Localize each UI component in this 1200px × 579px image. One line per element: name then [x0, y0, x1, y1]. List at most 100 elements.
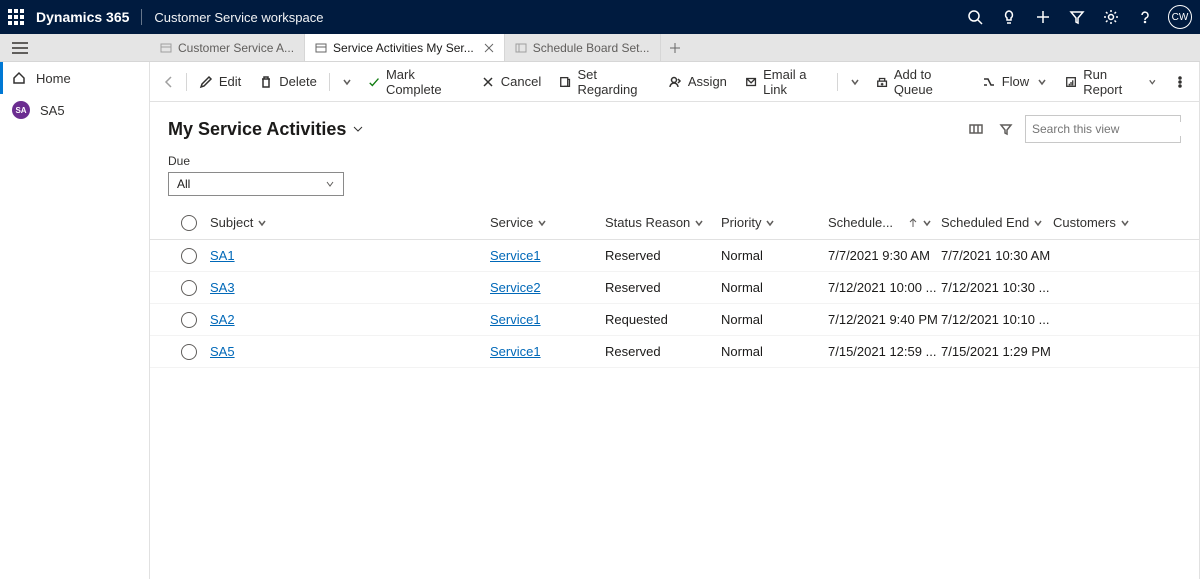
- flow-button[interactable]: Flow: [974, 66, 1055, 98]
- subject-link[interactable]: SA1: [210, 248, 235, 263]
- gear-icon[interactable]: [1094, 0, 1128, 34]
- col-status[interactable]: Status Reason: [605, 215, 721, 230]
- col-priority[interactable]: Priority: [721, 215, 828, 230]
- home-icon: [12, 71, 26, 85]
- chevron-down-icon: [1148, 77, 1157, 87]
- row-selector[interactable]: [168, 344, 210, 360]
- tab-label: Service Activities My Ser...: [333, 41, 474, 55]
- help-icon[interactable]: [1128, 0, 1162, 34]
- status-value: Reserved: [605, 280, 721, 295]
- priority-value: Normal: [721, 280, 828, 295]
- chevron-down-icon: [352, 123, 364, 135]
- service-link[interactable]: Service1: [490, 312, 541, 327]
- tab-icon: [160, 42, 172, 54]
- chevron-down-icon: [765, 218, 775, 228]
- due-value: All: [177, 177, 190, 191]
- sidebar-item-home[interactable]: Home: [0, 62, 149, 94]
- tab-icon: [515, 42, 527, 54]
- tab-icon: [315, 42, 327, 54]
- email-link-button[interactable]: Email a Link: [737, 66, 833, 98]
- filter-icon[interactable]: [1060, 0, 1094, 34]
- lightbulb-icon[interactable]: [992, 0, 1026, 34]
- col-scheduled-start[interactable]: Schedule...: [828, 215, 941, 230]
- status-value: Requested: [605, 312, 721, 327]
- subject-link[interactable]: SA2: [210, 312, 235, 327]
- chevron-down-icon: [1120, 218, 1130, 228]
- user-avatar[interactable]: CW: [1168, 5, 1192, 29]
- app-launcher-icon[interactable]: [8, 9, 24, 25]
- subject-link[interactable]: SA3: [210, 280, 235, 295]
- col-customers[interactable]: Customers: [1053, 215, 1153, 230]
- email-icon: [745, 75, 757, 89]
- mark-complete-button[interactable]: Mark Complete: [360, 66, 471, 98]
- end-value: 7/7/2021 10:30 AM: [941, 248, 1053, 263]
- chevron-down-icon: [325, 179, 335, 189]
- row-selector[interactable]: [168, 248, 210, 264]
- search-icon[interactable]: [958, 0, 992, 34]
- col-scheduled-end[interactable]: Scheduled End: [941, 215, 1053, 230]
- plus-icon[interactable]: [1026, 0, 1060, 34]
- sidebar-toggle-icon[interactable]: [12, 42, 28, 54]
- assign-button[interactable]: Assign: [660, 66, 735, 98]
- chevron-down-icon: [1037, 77, 1047, 87]
- assign-icon: [668, 75, 682, 89]
- tab-schedule-board[interactable]: Schedule Board Set...: [505, 34, 661, 61]
- row-selector[interactable]: [168, 312, 210, 328]
- priority-value: Normal: [721, 248, 828, 263]
- sidebar-item-label: Home: [36, 71, 71, 86]
- chevron-down-icon: [1033, 218, 1043, 228]
- view-search-box[interactable]: [1025, 115, 1181, 143]
- sidebar-item-sa5[interactable]: SA SA5: [0, 94, 149, 126]
- priority-value: Normal: [721, 344, 828, 359]
- start-value: 7/12/2021 10:00 ...: [828, 280, 941, 295]
- table-row[interactable]: SA2Service1RequestedNormal7/12/2021 9:40…: [150, 304, 1199, 336]
- chevron-down-icon: [922, 218, 932, 228]
- start-value: 7/15/2021 12:59 ...: [828, 344, 941, 359]
- command-bar: Edit Delete Mark Complete Cancel Set Reg…: [150, 62, 1199, 102]
- tab-service-activities[interactable]: Service Activities My Ser...: [305, 34, 505, 61]
- trash-icon: [259, 75, 273, 89]
- chevron-down-icon: [694, 218, 704, 228]
- service-link[interactable]: Service1: [490, 344, 541, 359]
- due-label: Due: [168, 154, 1181, 168]
- table-row[interactable]: SA5Service1ReservedNormal7/15/2021 12:59…: [150, 336, 1199, 368]
- end-value: 7/15/2021 1:29 PM: [941, 344, 1053, 359]
- add-to-queue-button[interactable]: Add to Queue: [868, 66, 972, 98]
- sort-asc-icon: [908, 218, 918, 228]
- edit-columns-button[interactable]: [961, 114, 991, 144]
- overflow-button[interactable]: [1167, 66, 1193, 98]
- due-select[interactable]: All: [168, 172, 344, 196]
- select-all[interactable]: [168, 215, 210, 231]
- subject-link[interactable]: SA5: [210, 344, 235, 359]
- table-row[interactable]: SA1Service1ReservedNormal7/7/2021 9:30 A…: [150, 240, 1199, 272]
- email-split-chevron[interactable]: [842, 66, 866, 98]
- service-link[interactable]: Service2: [490, 280, 541, 295]
- row-selector[interactable]: [168, 280, 210, 296]
- tab-customer-service[interactable]: Customer Service A...: [150, 34, 305, 61]
- service-link[interactable]: Service1: [490, 248, 541, 263]
- priority-value: Normal: [721, 312, 828, 327]
- results-grid: Subject Service Status Reason Priority S…: [150, 206, 1199, 579]
- run-report-button[interactable]: Run Report: [1057, 66, 1165, 98]
- brand-label: Dynamics 365: [36, 9, 129, 25]
- search-input[interactable]: [1032, 122, 1187, 136]
- new-tab-button[interactable]: [661, 34, 689, 61]
- more-icon: [1173, 75, 1187, 89]
- col-service[interactable]: Service: [490, 215, 605, 230]
- chevron-down-icon: [257, 218, 267, 228]
- cancel-button[interactable]: Cancel: [473, 66, 549, 98]
- edit-button[interactable]: Edit: [191, 66, 249, 98]
- tab-label: Schedule Board Set...: [533, 41, 650, 55]
- back-button[interactable]: [156, 66, 182, 98]
- view-title[interactable]: My Service Activities: [168, 119, 364, 140]
- set-regarding-button[interactable]: Set Regarding: [551, 66, 658, 98]
- pencil-icon: [199, 75, 213, 89]
- sidebar-item-label: SA5: [40, 103, 65, 118]
- close-icon[interactable]: [484, 43, 494, 53]
- delete-button[interactable]: Delete: [251, 66, 325, 98]
- end-value: 7/12/2021 10:10 ...: [941, 312, 1053, 327]
- delete-split-chevron[interactable]: [334, 66, 358, 98]
- col-subject[interactable]: Subject: [210, 215, 490, 230]
- table-row[interactable]: SA3 Service2 ReservedNormal7/12/2021 10:00…: [150, 272, 1199, 304]
- filter-button[interactable]: [991, 114, 1021, 144]
